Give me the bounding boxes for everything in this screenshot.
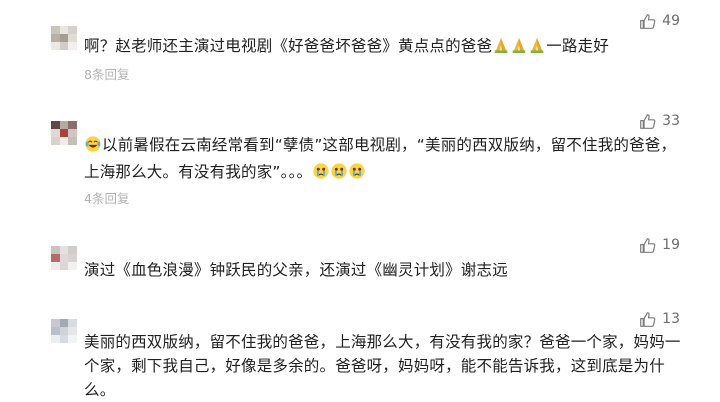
comment-text: 美丽的西双版纳，留不住我的爸爸，上海那么大，有没有我的家？爸爸一个家，妈妈一个家… bbox=[84, 333, 681, 399]
avatar[interactable] bbox=[51, 246, 77, 270]
thumbs-up-icon bbox=[640, 113, 656, 129]
like-count: 49 bbox=[662, 13, 680, 29]
like-button[interactable]: 49 bbox=[639, 11, 680, 31]
folded-hands-icon bbox=[492, 36, 510, 61]
avatar[interactable] bbox=[51, 121, 77, 145]
comment-item: 49 啊？赵老师还主演过电视剧《好爸爸坏爸爸》黄点点的爸爸 一路走好 8条回复 bbox=[0, 0, 720, 95]
avatar[interactable] bbox=[51, 319, 77, 343]
folded-hands-icon bbox=[528, 36, 546, 61]
thumbs-up-icon bbox=[640, 237, 656, 253]
folded-hands-icon bbox=[510, 36, 528, 61]
replies-link[interactable]: 4条回复 bbox=[84, 188, 129, 207]
like-button[interactable]: 13 bbox=[639, 309, 680, 329]
comment-text: 以前暑假在云南经常看到“孽债”这部电视剧，“美丽的西双版纳，留不住我的爸爸，上海… bbox=[84, 133, 684, 187]
thumbs-up-icon bbox=[640, 311, 656, 327]
crying-face-icon bbox=[312, 162, 330, 187]
replies-link[interactable]: 8条回复 bbox=[84, 64, 129, 83]
comment-text: 啊？赵老师还主演过电视剧《好爸爸坏爸爸》黄点点的爸爸 一路走好 bbox=[84, 34, 684, 61]
like-count: 13 bbox=[662, 311, 680, 327]
like-count: 33 bbox=[662, 113, 680, 129]
crying-face-icon bbox=[330, 162, 348, 187]
like-button[interactable]: 33 bbox=[639, 111, 680, 131]
avatar[interactable] bbox=[51, 26, 77, 50]
thumbs-up-icon bbox=[640, 13, 656, 29]
crying-face-icon bbox=[348, 162, 366, 187]
like-button[interactable]: 19 bbox=[639, 235, 680, 255]
like-count: 19 bbox=[662, 237, 680, 253]
comment-text: 演过《血色浪漫》钟跃民的父亲，还演过《幽灵计划》谢志远 bbox=[84, 261, 508, 279]
laughing-tears-icon bbox=[84, 135, 102, 160]
